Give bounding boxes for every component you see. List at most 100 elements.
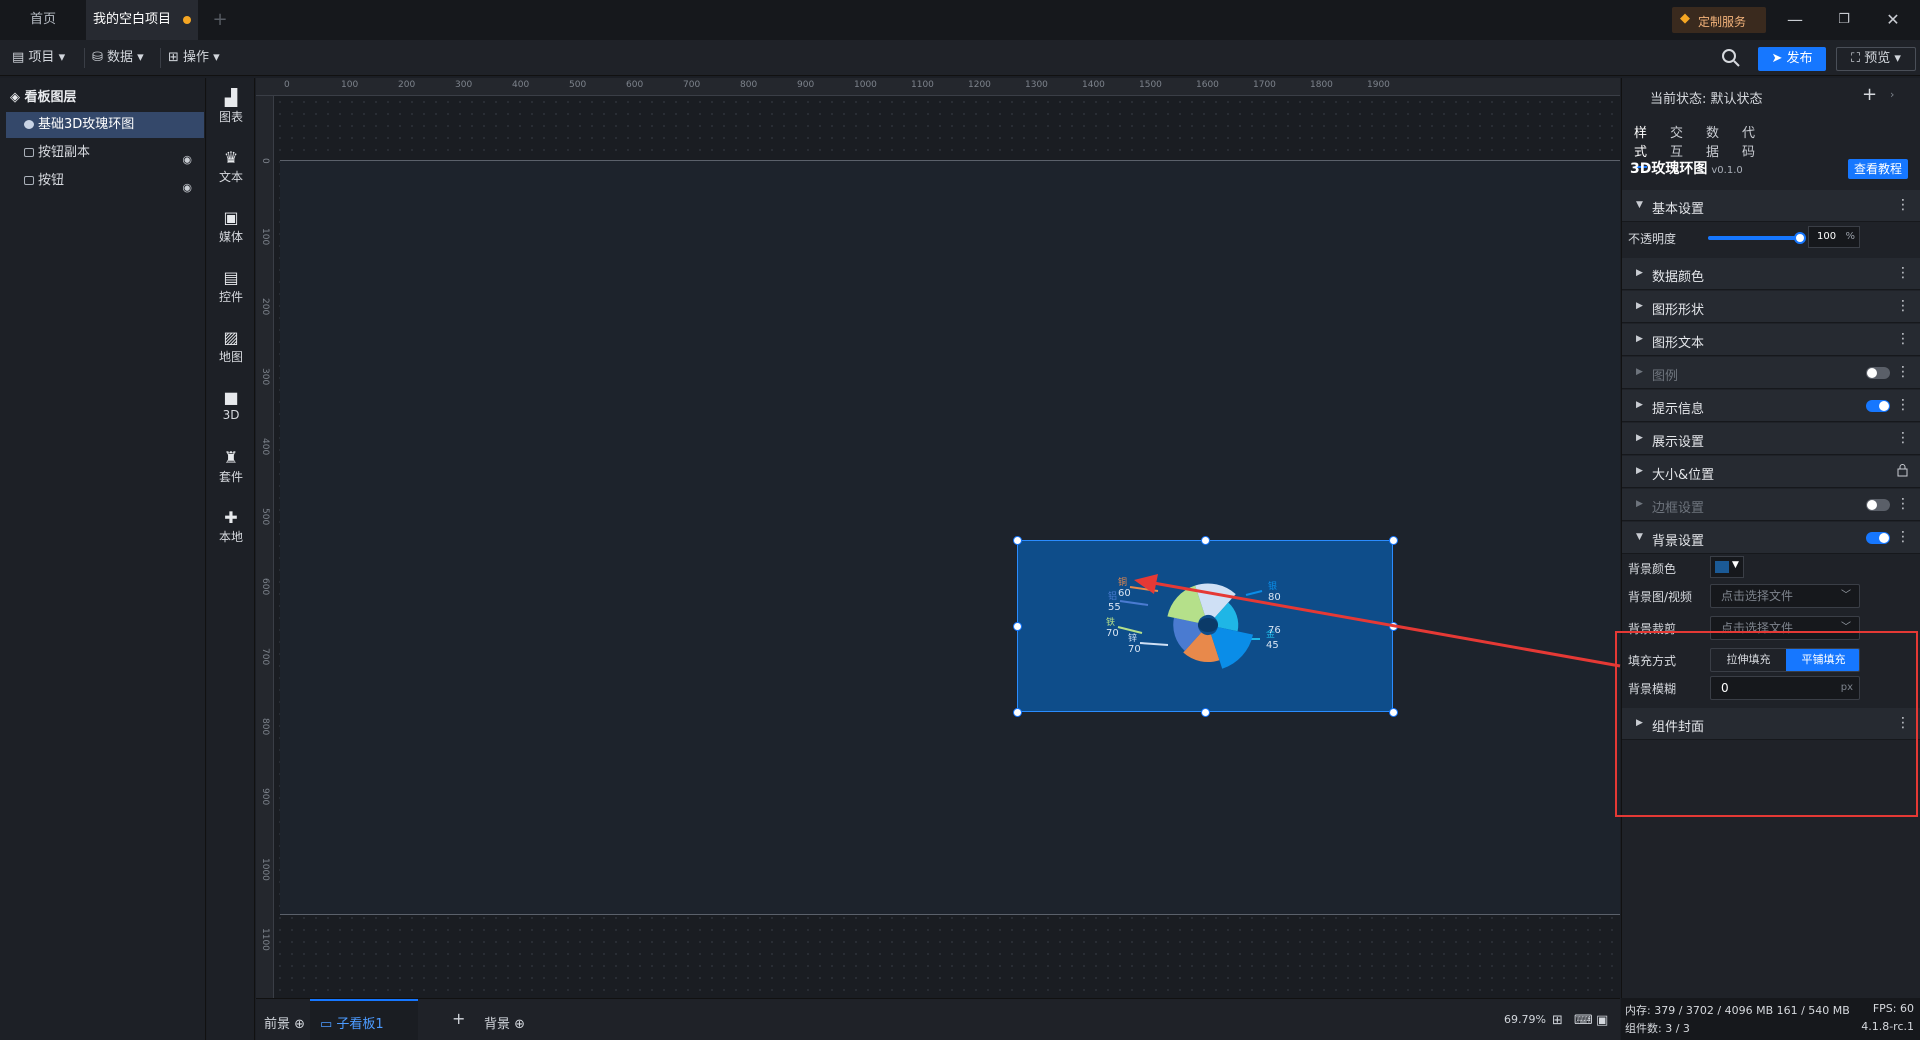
more-vertical-icon[interactable]: ⋮ <box>1896 330 1910 348</box>
more-vertical-icon[interactable]: ⋮ <box>1896 396 1910 414</box>
custom-service-button[interactable]: ◆ 定制服务 <box>1672 7 1766 33</box>
project-menu[interactable]: ▤ 项目 ▾ <box>12 48 65 68</box>
opacity-value: 100 <box>1817 231 1837 242</box>
border-toggle[interactable] <box>1866 499 1890 511</box>
resize-handle[interactable] <box>1013 622 1022 631</box>
section-shape[interactable]: ▶ 图形形状 ⋮ <box>1622 291 1920 323</box>
more-vertical-icon[interactable]: ⋮ <box>1896 363 1910 381</box>
section-tooltip[interactable]: ▶ 提示信息 ⋮ <box>1622 390 1920 422</box>
resize-handle[interactable] <box>1389 708 1398 717</box>
resize-handle[interactable] <box>1013 708 1022 717</box>
rail-item-chart[interactable]: ▟ 图表 <box>207 88 255 125</box>
section-data-color[interactable]: ▶ 数据颜色 ⋮ <box>1622 258 1920 290</box>
rail-item-3d[interactable]: ■ 3D <box>207 388 255 422</box>
keyboard-icon[interactable]: ⌨ <box>1574 1013 1593 1028</box>
resize-handle[interactable] <box>1201 536 1210 545</box>
section-size-position[interactable]: ▶ 大小&位置 <box>1622 456 1920 488</box>
image-layer-icon <box>24 148 34 157</box>
resize-handle[interactable] <box>1013 536 1022 545</box>
layer-item-button-copy[interactable]: 按钮副本 ◉ <box>6 140 204 166</box>
rose-category-label: 铜 <box>1118 576 1127 588</box>
add-state-button[interactable]: + <box>1862 84 1877 105</box>
ruler-tick-label: 1300 <box>1025 80 1048 90</box>
search-icon[interactable] <box>1721 48 1741 68</box>
more-vertical-icon[interactable]: ⋮ <box>1896 495 1910 513</box>
tab-project[interactable]: 我的空白项目 <box>86 0 198 40</box>
more-vertical-icon[interactable]: ⋮ <box>1896 297 1910 315</box>
chart-layer-icon <box>24 120 34 129</box>
tab-interaction[interactable]: 交互 <box>1670 122 1683 160</box>
rail-item-kit[interactable]: ♜ 套件 <box>207 448 255 485</box>
zoom-level[interactable]: 69.79% <box>1504 1013 1546 1026</box>
restore-icon[interactable]: ❐ <box>1829 8 1859 32</box>
background-tab[interactable]: 背景 ⊕ <box>484 1013 525 1032</box>
rail-item-text[interactable]: ♛ 文本 <box>207 148 255 185</box>
section-display[interactable]: ▶ 展示设置 ⋮ <box>1622 423 1920 455</box>
resize-handle[interactable] <box>1389 536 1398 545</box>
preview-button[interactable]: ⛶ 预览 ▾ <box>1836 47 1916 71</box>
publish-label: 发布 <box>1786 51 1813 66</box>
new-tab-button[interactable]: + <box>200 0 240 40</box>
opacity-slider-knob[interactable] <box>1794 232 1806 244</box>
tooltip-toggle[interactable] <box>1866 400 1890 412</box>
add-board-button[interactable]: + <box>452 1009 465 1028</box>
eye-hidden-icon[interactable]: ◉ <box>182 175 192 201</box>
highlight-box <box>1615 631 1918 817</box>
operations-menu[interactable]: ⊞ 操作 ▾ <box>168 48 220 68</box>
add-circle-icon[interactable]: ⊕ <box>294 1017 305 1032</box>
more-vertical-icon[interactable]: ⋮ <box>1896 264 1910 282</box>
tab-data[interactable]: 数据 <box>1706 122 1719 160</box>
background-toggle[interactable] <box>1866 532 1890 544</box>
status-bar: 内存: 379 / 3702 / 4096 MB 161 / 540 MB FP… <box>1621 998 1920 1040</box>
board[interactable] <box>280 160 1620 915</box>
map-icon: ▨ <box>223 328 239 347</box>
section-background[interactable]: ▼ 背景设置 ⋮ <box>1622 522 1920 554</box>
ruler-tick-label: 900 <box>797 80 815 90</box>
component-count: 组件数: 3 / 3 <box>1625 1022 1690 1035</box>
opacity-input[interactable]: 100 % <box>1808 226 1860 248</box>
app-version: 4.1.8-rc.1 <box>1861 1020 1914 1033</box>
layer-item-button[interactable]: 按钮 ◉ <box>6 168 204 194</box>
ruler-tick-label: 100 <box>341 80 359 90</box>
rail-item-widget[interactable]: ▤ 控件 <box>207 268 255 305</box>
text-icon: ♛ <box>223 148 239 167</box>
chevron-right-icon[interactable]: › <box>1890 88 1894 101</box>
more-vertical-icon[interactable]: ⋮ <box>1896 196 1910 214</box>
layer-item-rose-chart[interactable]: 基础3D玫瑰环图 <box>6 112 204 138</box>
layer-label: 按钮副本 <box>38 145 91 160</box>
tab-style[interactable]: 样式 <box>1634 122 1648 168</box>
rose-value-label: 70 <box>1106 628 1119 639</box>
fit-screen-icon[interactable]: ⊞ <box>1552 1013 1563 1028</box>
foreground-tab[interactable]: 前景 ⊕ <box>264 1013 305 1032</box>
rail-item-local[interactable]: ✚ 本地 <box>207 508 255 545</box>
section-legend[interactable]: ▶ 图例 ⋮ <box>1622 357 1920 389</box>
more-vertical-icon[interactable]: ⋮ <box>1896 429 1910 447</box>
legend-toggle[interactable] <box>1866 367 1890 379</box>
rail-item-map[interactable]: ▨ 地图 <box>207 328 255 365</box>
section-border[interactable]: ▶ 边框设置 ⋮ <box>1622 489 1920 521</box>
ruler-tick-label: 1700 <box>1253 80 1276 90</box>
current-state: 当前状态: 默认状态 <box>1650 92 1763 107</box>
tab-home[interactable]: 首页 <box>0 0 86 40</box>
subboard-tab[interactable]: ▭ 子看板1 <box>310 999 418 1040</box>
terminal-icon[interactable]: ▣ <box>1596 1013 1608 1028</box>
caret-right-icon: ▶ <box>1636 334 1643 344</box>
bg-image-select[interactable]: 点击选择文件 ﹀ <box>1710 584 1860 608</box>
more-vertical-icon[interactable]: ⋮ <box>1896 528 1910 546</box>
opacity-slider[interactable] <box>1708 232 1806 244</box>
close-icon[interactable]: ✕ <box>1878 8 1908 32</box>
add-circle-icon[interactable]: ⊕ <box>514 1017 525 1032</box>
section-basic[interactable]: ▼ 基本设置 ⋮ <box>1622 190 1920 222</box>
tab-code[interactable]: 代码 <box>1742 122 1755 160</box>
resize-handle[interactable] <box>1201 708 1210 717</box>
lock-icon[interactable] <box>1897 464 1908 477</box>
view-tutorial-button[interactable]: 查看教程 <box>1848 159 1908 179</box>
section-label: 边框设置 <box>1652 501 1705 516</box>
bg-color-picker[interactable]: ▼ <box>1710 556 1744 578</box>
minimize-icon[interactable]: — <box>1780 8 1810 32</box>
section-shape-text[interactable]: ▶ 图形文本 ⋮ <box>1622 324 1920 356</box>
rail-item-media[interactable]: ▣ 媒体 <box>207 208 255 245</box>
publish-button[interactable]: ➤ 发布 <box>1758 47 1826 71</box>
data-menu[interactable]: ⛁ 数据 ▾ <box>92 48 144 68</box>
canvas-area[interactable]: 0 100 200 300 400 500 600 700 800 900 1000 1100 1200… <box>256 78 1620 998</box>
